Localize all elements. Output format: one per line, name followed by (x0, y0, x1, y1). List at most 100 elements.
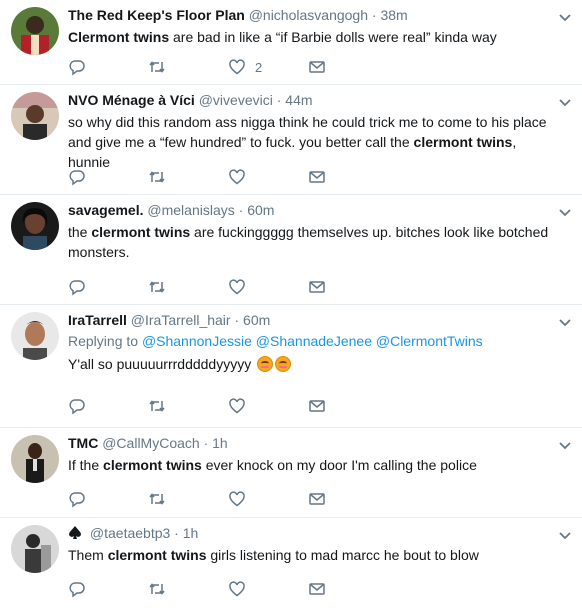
tweet[interactable]: @taetaebtp3 · 1h Them clermont twins gir… (0, 518, 582, 608)
like-button[interactable] (228, 580, 308, 598)
tweet-header: The Red Keep's Floor Plan @nicholasvango… (68, 6, 554, 24)
retweet-icon (149, 171, 165, 183)
avatar[interactable] (11, 92, 59, 140)
tweet-content: savagemel. @melanislays · 60m the clermo… (68, 201, 554, 262)
envelope-icon (309, 400, 325, 412)
retweet-button[interactable] (148, 58, 228, 76)
username[interactable]: @nicholasvangogh (249, 7, 368, 23)
avatar[interactable] (11, 525, 59, 573)
retweet-button[interactable] (148, 278, 228, 296)
retweet-icon (149, 493, 165, 505)
like-button[interactable] (228, 397, 308, 415)
avatar[interactable] (11, 435, 59, 483)
fullname[interactable]: savagemel. (68, 202, 144, 218)
text-segment: the (68, 224, 92, 240)
separator: · (234, 312, 240, 328)
like-button[interactable] (228, 168, 308, 186)
chevron-down-icon[interactable] (558, 95, 572, 109)
timestamp[interactable]: 38m (380, 7, 407, 23)
direct-message-button[interactable] (308, 490, 388, 508)
avatar[interactable] (11, 7, 59, 55)
retweet-button[interactable] (148, 490, 228, 508)
envelope-icon (309, 281, 325, 293)
envelope-icon (309, 583, 325, 595)
separator: · (276, 92, 282, 108)
username[interactable]: @CallMyCoach (102, 435, 199, 451)
retweet-icon (149, 61, 165, 73)
reply-button[interactable] (68, 397, 148, 415)
retweet-button[interactable] (148, 397, 228, 415)
timestamp[interactable]: 44m (285, 92, 312, 108)
mention-link[interactable]: @ShannonJessie (142, 333, 252, 349)
timestamp[interactable]: 60m (247, 202, 274, 218)
fullname[interactable]: The Red Keep's Floor Plan (68, 7, 245, 23)
tweet-actions: 2 (68, 57, 388, 77)
tweet[interactable]: TMC @CallMyCoach · 1h If the clermont tw… (0, 428, 582, 518)
reply-button[interactable] (68, 58, 148, 76)
tweet-actions (68, 167, 388, 187)
direct-message-button[interactable] (308, 58, 388, 76)
like-button[interactable] (228, 278, 308, 296)
tweet[interactable]: The Red Keep's Floor Plan @nicholasvango… (0, 0, 582, 85)
chevron-down-icon[interactable] (558, 10, 572, 24)
fullname[interactable]: TMC (68, 435, 98, 451)
direct-message-button[interactable] (308, 580, 388, 598)
avatar[interactable] (11, 312, 59, 360)
chevron-down-icon[interactable] (558, 528, 572, 542)
tweet-content: The Red Keep's Floor Plan @nicholasvango… (68, 6, 554, 47)
tweet-text: Y'all so puuuuurrrdddddyyyyy (68, 354, 554, 374)
reply-icon (69, 170, 85, 186)
tweet[interactable]: NVO Ménage à Víci @vivevevici · 44m so w… (0, 85, 582, 195)
mention-link[interactable]: @ClermontTwins (376, 333, 483, 349)
tweet[interactable]: IraTarrell @IraTarrell_hair · 60m Replyi… (0, 305, 582, 428)
search-highlight: clermont twins (103, 457, 202, 473)
text-segment: Y'all so puuuuurrrdddddyyyyy (68, 356, 252, 372)
tweet[interactable]: savagemel. @melanislays · 60m the clermo… (0, 195, 582, 305)
chevron-down-icon[interactable] (558, 315, 572, 329)
reply-icon (69, 280, 85, 296)
retweet-button[interactable] (148, 168, 228, 186)
retweet-icon (149, 281, 165, 293)
search-highlight: clermont twins (91, 224, 191, 240)
direct-message-button[interactable] (308, 168, 388, 186)
reply-button[interactable] (68, 490, 148, 508)
like-button[interactable] (228, 490, 308, 508)
search-highlight: clermont twins (107, 547, 207, 563)
timestamp[interactable]: 1h (183, 525, 199, 541)
fullname[interactable]: NVO Ménage à Víci (68, 92, 195, 108)
tweet-header: @taetaebtp3 · 1h (68, 524, 554, 542)
fullname[interactable]: IraTarrell (68, 312, 127, 328)
username[interactable]: @melanislays (147, 202, 234, 218)
replying-to-label: Replying to (68, 333, 139, 349)
direct-message-button[interactable] (308, 278, 388, 296)
tweet-text: Clermont twins are bad in like a “if Bar… (68, 27, 554, 47)
envelope-icon (309, 493, 325, 505)
retweet-button[interactable] (148, 580, 228, 598)
reply-button[interactable] (68, 168, 148, 186)
reply-button[interactable] (68, 278, 148, 296)
reply-button[interactable] (68, 580, 148, 598)
reply-icon (69, 582, 85, 598)
direct-message-button[interactable] (308, 397, 388, 415)
like-button[interactable]: 2 (228, 58, 308, 76)
smiling-emoji-icon (275, 356, 292, 372)
chevron-down-icon[interactable] (558, 438, 572, 452)
tweet-actions (68, 277, 388, 297)
timestamp[interactable]: 60m (243, 312, 270, 328)
tweet-actions (68, 579, 388, 599)
username[interactable]: @taetaebtp3 (90, 525, 170, 541)
retweet-icon (149, 400, 165, 412)
mention-link[interactable]: @ShannadeJenee (256, 333, 372, 349)
username[interactable]: @vivevevici (199, 92, 273, 108)
text-segment: If the (68, 457, 104, 473)
username[interactable]: @IraTarrell_hair (131, 312, 231, 328)
tweet-text: so why did this random ass nigga think h… (68, 112, 554, 172)
tweet-content: NVO Ménage à Víci @vivevevici · 44m so w… (68, 91, 554, 172)
timestamp[interactable]: 1h (212, 435, 228, 451)
tweet-feed: The Red Keep's Floor Plan @nicholasvango… (0, 0, 582, 608)
text-segment: are bad in like a “if Barbie dolls were … (169, 29, 497, 45)
chevron-down-icon[interactable] (558, 205, 572, 219)
retweet-icon (149, 583, 165, 595)
avatar[interactable] (11, 202, 59, 250)
text-segment: ever knock on my door I'm calling the po… (201, 457, 477, 473)
